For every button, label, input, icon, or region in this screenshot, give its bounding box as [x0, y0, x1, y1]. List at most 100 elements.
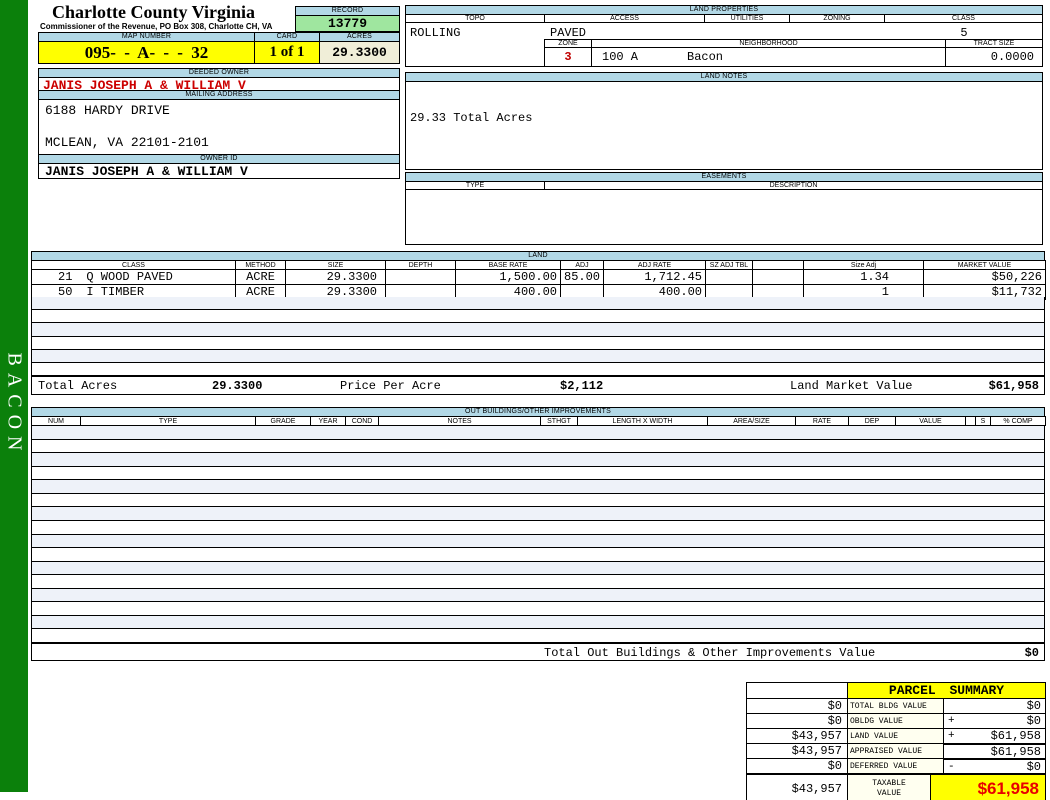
- land-empty-rows: [31, 297, 1045, 376]
- ps-operator: -: [948, 760, 955, 773]
- land-header-depth: DEPTH: [385, 260, 456, 270]
- ob-header-year: YEAR: [310, 416, 346, 426]
- easements-box: [405, 189, 1043, 245]
- ob-header-sthgt: STHGT: [540, 416, 578, 426]
- ps-left-value: $43,957: [746, 743, 848, 759]
- ps-value: $61,958: [990, 729, 1042, 743]
- ob-header-blank: [965, 416, 976, 426]
- out-buildings-total-value: $0: [1024, 646, 1039, 660]
- ps-value: $61,958: [990, 744, 1042, 759]
- owner-id-value: JANIS JOSEPH A & WILLIAM V: [38, 163, 400, 179]
- land-header-adj: ADJ: [560, 260, 604, 270]
- land-row-size-adj: 1.34: [803, 269, 924, 285]
- deeded-owner-value: JANIS JOSEPH A & WILLIAM V: [38, 77, 400, 92]
- parcel-summary-title: PARCEL SUMMARY: [846, 682, 1047, 699]
- ps-taxable-value: $61,958: [977, 779, 1040, 799]
- land-row-class: Q WOOD PAVED: [86, 270, 173, 284]
- out-buildings-header-row: NUM TYPE GRADE YEAR COND NOTES STHGT LEN…: [31, 416, 1046, 426]
- land-market-value-total: $61,958: [988, 379, 1039, 393]
- parcel-summary-table: PARCEL SUMMARY $0 TOTAL BLDG VALUE $0 $0…: [746, 682, 1047, 800]
- ps-label: APPRAISED VALUE: [847, 743, 944, 759]
- ob-header-cond: COND: [345, 416, 379, 426]
- ps-value: $0: [1026, 759, 1042, 774]
- ps-left-value: $0: [746, 758, 848, 775]
- neighborhood-code: 100 A: [602, 50, 639, 64]
- land-header-method: METHOD: [235, 260, 286, 270]
- land-header-class: CLASS: [31, 260, 236, 270]
- ps-left-value: $0: [746, 713, 848, 729]
- left-green-bar: BACON: [0, 0, 28, 792]
- ps-label: LAND VALUE: [847, 728, 944, 744]
- land-row-num: 21: [58, 270, 73, 284]
- land-row-adj-rate: 1,712.45: [603, 269, 706, 285]
- land-header-sz-adj-tbl: SZ ADJ TBL: [705, 260, 753, 270]
- ob-header-pct-comp: % COMP: [990, 416, 1046, 426]
- land-header-adj-rate: ADJ RATE: [603, 260, 706, 270]
- mailing-address-box: 6188 HARDY DRIVE MCLEAN, VA 22101-2101: [38, 99, 400, 155]
- ob-header-notes: NOTES: [378, 416, 541, 426]
- class-value: 5: [960, 26, 968, 40]
- land-header-base-rate: BASE RATE: [455, 260, 561, 270]
- land-totals-row: Total Acres 29.3300 Price Per Acre $2,11…: [31, 376, 1045, 395]
- total-acres-value: 29.3300: [212, 379, 263, 393]
- land-row-adj: 85.00: [560, 269, 604, 285]
- ob-header-dep: DEP: [848, 416, 896, 426]
- land-notes-box: 29.33 Total Acres: [405, 81, 1043, 170]
- ps-row-deferred: $0 DEFERRED VALUE - $0: [746, 758, 1047, 775]
- ps-value: $0: [1026, 714, 1042, 728]
- ps-label: TOTAL BLDG VALUE: [847, 698, 944, 714]
- land-row-sz-adj-tbl: [705, 269, 753, 285]
- price-per-acre-value: $2,112: [560, 379, 604, 393]
- ob-header-rate: RATE: [795, 416, 849, 426]
- ps-taxable-value-cell: $61,958: [929, 773, 1047, 800]
- ob-header-area-size: AREA/SIZE: [707, 416, 796, 426]
- record-value: 13779: [295, 15, 400, 32]
- commissioner-line: Commissioner of the Revenue, PO Box 308,…: [40, 22, 273, 31]
- ps-header-left-blank: [746, 682, 848, 699]
- land-row-depth: [385, 269, 456, 285]
- ob-header-grade: GRADE: [255, 416, 311, 426]
- ps-row-obldg: $0 OBLDG VALUE + $0: [746, 713, 1047, 729]
- county-title: Charlotte County Virginia: [52, 2, 256, 22]
- land-table: CLASS METHOD SIZE DEPTH BASE RATE ADJ AD…: [31, 260, 1046, 300]
- land-header-row: CLASS METHOD SIZE DEPTH BASE RATE ADJ AD…: [31, 260, 1046, 270]
- out-buildings-table: NUM TYPE GRADE YEAR COND NOTES STHGT LEN…: [31, 416, 1046, 426]
- total-acres-label: Total Acres: [38, 379, 118, 393]
- ob-header-type: TYPE: [80, 416, 256, 426]
- access-value: PAVED: [550, 26, 587, 40]
- out-buildings-total-row: Total Out Buildings & Other Improvements…: [31, 643, 1045, 661]
- ob-header-value: VALUE: [895, 416, 966, 426]
- ps-row-taxable: $43,957 TAXABLE VALUE $61,958: [746, 773, 1047, 800]
- ps-row-appraised: $43,957 APPRAISED VALUE $61,958: [746, 742, 1047, 760]
- neighborhood-box: 100 A Bacon: [591, 47, 946, 67]
- ps-row-land: $43,957 LAND VALUE + $61,958: [746, 728, 1047, 744]
- card-value: 1 of 1: [254, 41, 320, 64]
- out-buildings-total-label: Total Out Buildings & Other Improvements…: [544, 646, 876, 660]
- ps-left-value: $0: [746, 698, 848, 714]
- ob-header-num: NUM: [31, 416, 81, 426]
- neighborhood-vertical-label: BACON: [3, 352, 26, 458]
- address-line2: MCLEAN, VA 22101-2101: [45, 135, 209, 150]
- zone-value: 3: [544, 47, 592, 67]
- land-header-blank: [752, 260, 804, 270]
- land-row-method: ACRE: [235, 269, 286, 285]
- land-row-size: 29.3300: [285, 269, 386, 285]
- address-line1: 6188 HARDY DRIVE: [45, 103, 170, 118]
- ob-header-length-width: LENGTH X WIDTH: [577, 416, 708, 426]
- ps-row-total-bldg: $0 TOTAL BLDG VALUE $0: [746, 698, 1047, 714]
- land-header-market-value: MARKET VALUE: [923, 260, 1046, 270]
- ps-taxable-label: TAXABLE VALUE: [847, 773, 931, 800]
- ps-taxable-left-value: $43,957: [746, 773, 848, 800]
- ps-value: $0: [1026, 699, 1042, 713]
- land-header-size: SIZE: [285, 260, 386, 270]
- price-per-acre-label: Price Per Acre: [340, 379, 441, 393]
- ps-operator: +: [948, 730, 955, 742]
- ps-label: OBLDG VALUE: [847, 713, 944, 729]
- property-record-card: BACON Charlotte County Virginia Commissi…: [0, 0, 1050, 800]
- ps-operator: +: [948, 715, 955, 727]
- land-row-blank: [752, 269, 804, 285]
- topo-value: ROLLING: [410, 26, 461, 40]
- land-header-size-adj: Size Adj: [803, 260, 924, 270]
- ps-taxable-label-line1: TAXABLE: [872, 779, 906, 789]
- land-note-text: 29.33 Total Acres: [410, 111, 533, 125]
